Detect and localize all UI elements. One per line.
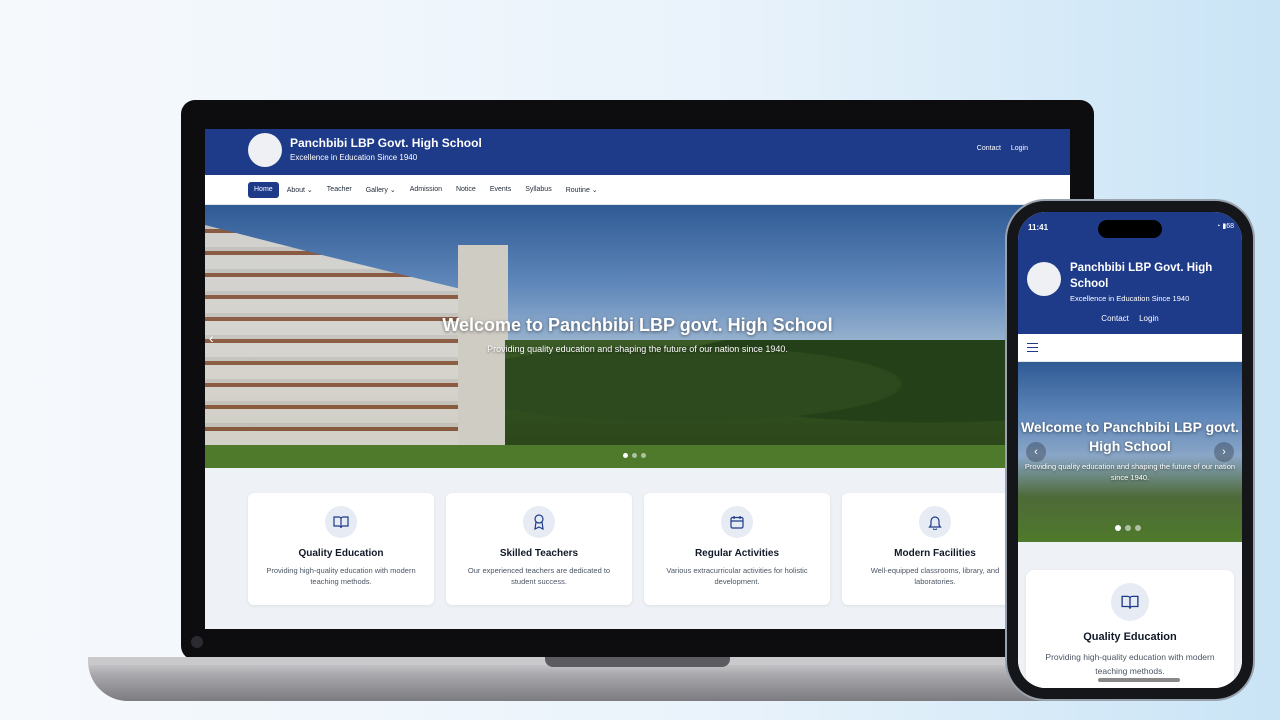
school-logo[interactable] [1027, 262, 1061, 296]
contact-link[interactable]: Contact [977, 145, 1001, 152]
hero-subtitle: Providing quality education and shaping … [1024, 462, 1236, 482]
hero-subtitle: Providing quality education and shaping … [487, 344, 788, 354]
feature-text: Our experienced teachers are dedicated t… [467, 566, 611, 587]
home-indicator [1098, 678, 1180, 682]
phone-site-header: Panchbibi LBP Govt. High School Excellen… [1018, 248, 1242, 334]
site-title[interactable]: Panchbibi LBP Govt. High School [1070, 260, 1235, 292]
feature-text: Well-equipped classrooms, library, and l… [870, 566, 1000, 587]
phone-features-section: Quality Education Providing high-quality… [1018, 542, 1242, 688]
site-header: Panchbibi LBP Govt. High School Excellen… [205, 129, 1070, 175]
hero-carousel: ‹ Welcome to Panchbibi LBP govt. High Sc… [205, 205, 1070, 468]
carousel-dot[interactable] [623, 453, 628, 458]
feature-title: Quality Education [298, 548, 384, 559]
feature-card: Quality Education Providing high-quality… [248, 493, 434, 605]
feature-card: Quality Education Providing high-quality… [1026, 570, 1234, 688]
carousel-indicators [623, 453, 646, 458]
hero-photo-trees [505, 340, 1070, 450]
feature-text: Various extracurricular activities for h… [666, 566, 808, 587]
hero-title: Welcome to Panchbibi LBP govt. High Scho… [442, 315, 833, 335]
site-tagline: Excellence in Education Since 1940 [1070, 294, 1190, 303]
nav-teacher[interactable]: Teacher [321, 182, 358, 198]
feature-title: Skilled Teachers [499, 548, 579, 559]
carousel-dot[interactable] [1125, 525, 1131, 531]
carousel-dot[interactable] [632, 453, 637, 458]
header-links: Contact Login [1018, 314, 1242, 323]
school-logo[interactable] [248, 133, 282, 167]
award-icon [523, 506, 555, 538]
feature-card: Skilled Teachers Our experienced teacher… [446, 493, 632, 605]
battery-level: 68 [1226, 223, 1234, 230]
book-icon [325, 506, 357, 538]
nav-home[interactable]: Home [248, 182, 279, 198]
carousel-dot[interactable] [1135, 525, 1141, 531]
laptop-notch [545, 657, 730, 667]
hamburger-menu-icon[interactable] [1027, 343, 1038, 352]
main-nav: Home About ⌄ Teacher Gallery ⌄ Admission… [205, 175, 1070, 205]
login-link[interactable]: Login [1139, 314, 1159, 323]
features-section: Quality Education Providing high-quality… [205, 468, 1070, 629]
phone-frame: 11:41 ◔ ▮68 Panchbibi LBP Govt. High Sch… [1007, 201, 1253, 699]
phone-nav-bar [1018, 334, 1242, 362]
bell-icon [919, 506, 951, 538]
feature-title: Quality Education [1083, 631, 1177, 643]
phone-screen: 11:41 ◔ ▮68 Panchbibi LBP Govt. High Sch… [1018, 212, 1242, 688]
carousel-dot[interactable] [641, 453, 646, 458]
phone-hero-carousel: Welcome to Panchbibi LBP govt. High Scho… [1018, 362, 1242, 542]
dynamic-island [1098, 220, 1162, 238]
carousel-next-icon[interactable]: › [1214, 442, 1234, 462]
site-tagline: Excellence in Education Since 1940 [290, 153, 418, 162]
feature-card: Modern Facilities Well-equipped classroo… [842, 493, 1028, 605]
carousel-indicators [1115, 525, 1141, 531]
book-icon [1111, 583, 1149, 621]
feature-text: Providing high-quality education with mo… [1045, 652, 1215, 676]
header-links: Contact Login [969, 145, 1028, 152]
site-title[interactable]: Panchbibi LBP Govt. High School [290, 136, 482, 150]
carousel-dot[interactable] [1115, 525, 1121, 531]
contact-link[interactable]: Contact [1101, 314, 1129, 323]
feature-title: Modern Facilities [894, 548, 976, 559]
battery-icon: ◔ ▮68 [1216, 223, 1234, 230]
feature-text: Providing high-quality education with mo… [266, 566, 416, 587]
nav-notice[interactable]: Notice [450, 182, 482, 198]
nav-gallery[interactable]: Gallery ⌄ [360, 182, 402, 198]
laptop-camera [191, 636, 203, 648]
calendar-icon [721, 506, 753, 538]
nav-about[interactable]: About ⌄ [281, 182, 319, 198]
nav-events[interactable]: Events [484, 182, 517, 198]
nav-admission[interactable]: Admission [404, 182, 448, 198]
carousel-prev-icon[interactable]: ‹ [1026, 442, 1046, 462]
login-link[interactable]: Login [1011, 145, 1028, 152]
status-time: 11:41 [1028, 223, 1049, 232]
feature-title: Regular Activities [694, 548, 780, 559]
laptop-screen: Panchbibi LBP Govt. High School Excellen… [205, 129, 1070, 629]
feature-card: Regular Activities Various extracurricul… [644, 493, 830, 605]
nav-syllabus[interactable]: Syllabus [519, 182, 557, 198]
nav-routine[interactable]: Routine ⌄ [560, 182, 604, 198]
hero-title: Welcome to Panchbibi LBP govt. High Scho… [1020, 419, 1240, 454]
